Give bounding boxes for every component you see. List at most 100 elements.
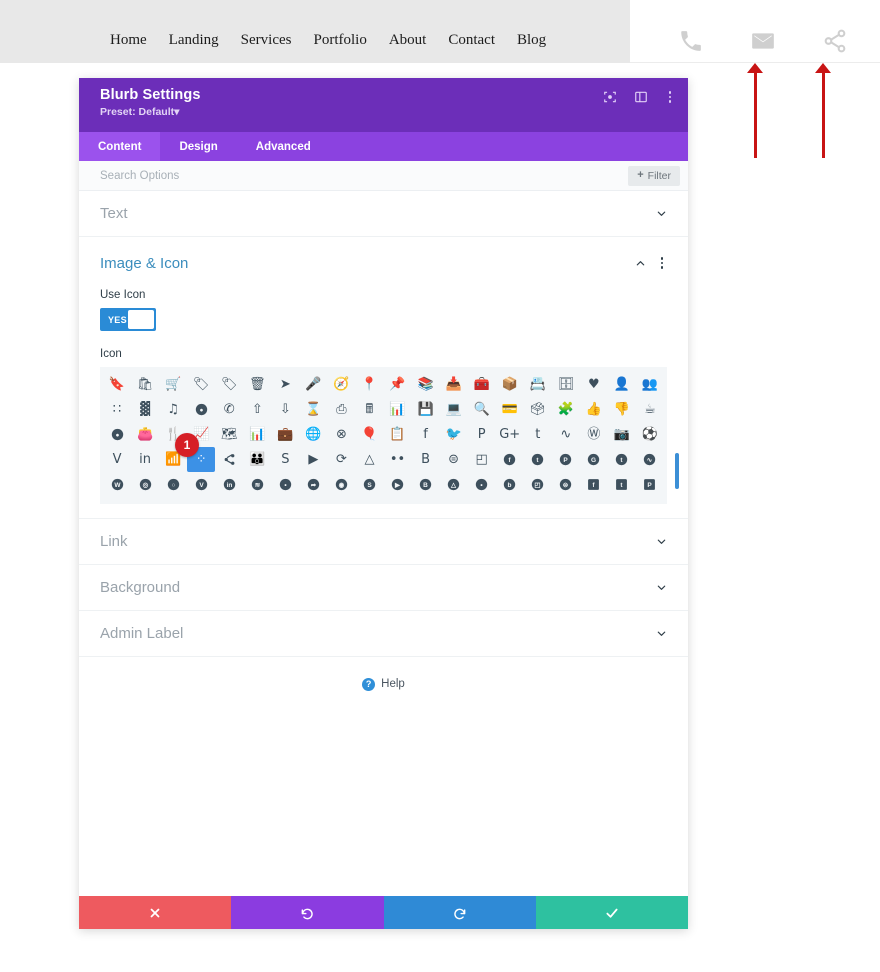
shopping-cart-icon[interactable]: 🛒 [159,372,187,397]
microphone-icon[interactable]: 🎤 [299,372,327,397]
bar-chart-icon[interactable]: 📊 [383,397,411,422]
google-plus-icon[interactable]: G+ [496,422,524,447]
share-icon[interactable] [822,28,848,54]
tab-advanced[interactable]: Advanced [237,132,330,161]
suitcase-icon[interactable]: 💼 [271,422,299,447]
behance-circle-icon[interactable]: B [412,472,440,497]
tripadvisor-circle-icon[interactable]: ◉ [327,472,355,497]
delicious-circle-icon[interactable]: ◰ [524,472,552,497]
section-admin-label[interactable]: Admin Label [79,611,688,657]
grid-four-icon[interactable]: ∷ [103,397,131,422]
pause-circle-icon[interactable]: ● [187,397,215,422]
facebook-f-icon[interactable]: f [412,422,440,447]
phone-icon[interactable] [678,28,704,54]
section-link[interactable]: Link [79,519,688,565]
dribbble-circle-icon[interactable]: ○ [159,472,187,497]
meetup-icon[interactable]: 👪 [243,447,271,472]
chevron-down-icon[interactable] [656,582,667,593]
puzzle-piece-icon[interactable]: 🧩 [552,397,580,422]
user-icon[interactable]: 👤 [608,372,636,397]
modal-preset-selector[interactable]: Preset: Default▾ [100,106,674,118]
printer-icon[interactable]: ⎙ [327,397,355,422]
balloon-icon[interactable]: 🎈 [355,422,383,447]
save-button[interactable] [535,896,688,929]
toolbox-open-icon[interactable]: 🗳 [524,397,552,422]
chevron-down-icon[interactable] [656,208,667,219]
spotify-icon[interactable]: ⊜ [440,447,468,472]
chevron-down-icon[interactable] [656,628,667,639]
thumbs-down-icon[interactable]: 👎 [608,397,636,422]
flickr-circle-icon[interactable]: • [271,472,299,497]
id-card-icon[interactable]: 📇 [524,372,552,397]
skype-icon[interactable]: S [271,447,299,472]
use-icon-toggle[interactable]: YES [100,308,156,331]
facebook-square-icon[interactable]: f [580,472,608,497]
tab-design[interactable]: Design [160,132,236,161]
card-icon[interactable]: 💳 [496,397,524,422]
compass-icon[interactable]: 🧭 [327,372,355,397]
mail-icon[interactable] [750,28,776,54]
nav-item-blog[interactable]: Blog [517,33,546,48]
soundwave-icon[interactable]: ∿ [552,422,580,447]
wordpress-circle-icon[interactable]: W [103,472,131,497]
delicious-icon[interactable]: ◰ [468,447,496,472]
section-text[interactable]: Text [79,191,688,237]
tumblr-circle-icon[interactable]: t [608,447,636,472]
rss-circle-icon[interactable]: ≋ [243,472,271,497]
flickr-dots-icon[interactable]: •• [383,447,411,472]
users-icon[interactable]: 👥 [636,372,664,397]
tab-content[interactable]: Content [79,132,161,161]
wallet-icon[interactable]: 👛 [131,422,159,447]
thumbs-up-icon[interactable]: 👍 [580,397,608,422]
box-archive-icon[interactable]: 📦 [496,372,524,397]
toolbox-icon[interactable]: 🧰 [468,372,496,397]
instagram-icon[interactable]: 📷 [608,422,636,447]
undo-button[interactable] [231,896,384,929]
chevron-up-icon[interactable] [635,258,646,269]
document-search-icon[interactable]: 🔍 [468,397,496,422]
upload-icon[interactable]: ⇧ [243,397,271,422]
twitter-square-icon[interactable]: t [608,472,636,497]
nav-item-portfolio[interactable]: Portfolio [314,33,367,48]
wordpress-icon[interactable]: Ⓦ [580,422,608,447]
floppy-disk-icon[interactable]: 💾 [412,397,440,422]
layout-panel-icon[interactable] [634,90,648,104]
map-pin-icon[interactable]: 📍 [355,372,383,397]
drive-circle-icon[interactable]: △ [440,472,468,497]
dollar-circle-icon[interactable]: ● [103,422,131,447]
clipboard-icon[interactable]: 📋 [383,422,411,447]
globe-cross-icon[interactable]: ⊗ [327,422,355,447]
instagram-circle-icon[interactable]: ◎ [131,472,159,497]
chart-column-icon[interactable]: 📊 [243,422,271,447]
trash-icon[interactable]: 🗑 [243,372,271,397]
youtube-icon[interactable]: ▶ [299,447,327,472]
google-circle-icon[interactable]: G [580,447,608,472]
tripadvisor-icon[interactable]: ⟳ [327,447,355,472]
nav-item-contact[interactable]: Contact [448,33,495,48]
phone-icon[interactable]: ✆ [215,397,243,422]
twitter-bird-icon[interactable]: 🐦 [440,422,468,447]
bookmark-icon[interactable]: 🔖 [103,372,131,397]
inbox-tray-icon[interactable]: 📥 [440,372,468,397]
section-image-and-icon-header[interactable]: Image & Icon [79,237,688,289]
twitter-circle-icon[interactable]: t [524,447,552,472]
share-circle-icon[interactable]: ➦ [299,472,327,497]
heart-icon[interactable]: ♥ [580,372,608,397]
nav-item-about[interactable]: About [389,33,427,48]
blogger-b-icon[interactable]: B [412,447,440,472]
pinterest-square-icon[interactable]: P [636,472,664,497]
tag-filled-icon[interactable]: 🏷 [215,372,243,397]
mug-icon[interactable]: ☕ [636,397,664,422]
music-note-icon[interactable]: ♫ [159,397,187,422]
google-drive-icon[interactable]: △ [355,447,383,472]
section-kebab-menu-icon[interactable] [657,257,668,269]
pinterest-circle-icon[interactable]: P [552,447,580,472]
books-icon[interactable]: 📚 [412,372,440,397]
soundcloud-circle-icon[interactable]: ∿ [636,447,664,472]
download-icon[interactable]: ⇩ [271,397,299,422]
kebab-menu-icon[interactable] [665,91,676,103]
cursor-arrow-icon[interactable]: ➤ [271,372,299,397]
laptop-icon[interactable]: 💻 [440,397,468,422]
tag-icon[interactable]: 🏷 [187,372,215,397]
icon-grid-scrollbar[interactable] [675,453,679,489]
